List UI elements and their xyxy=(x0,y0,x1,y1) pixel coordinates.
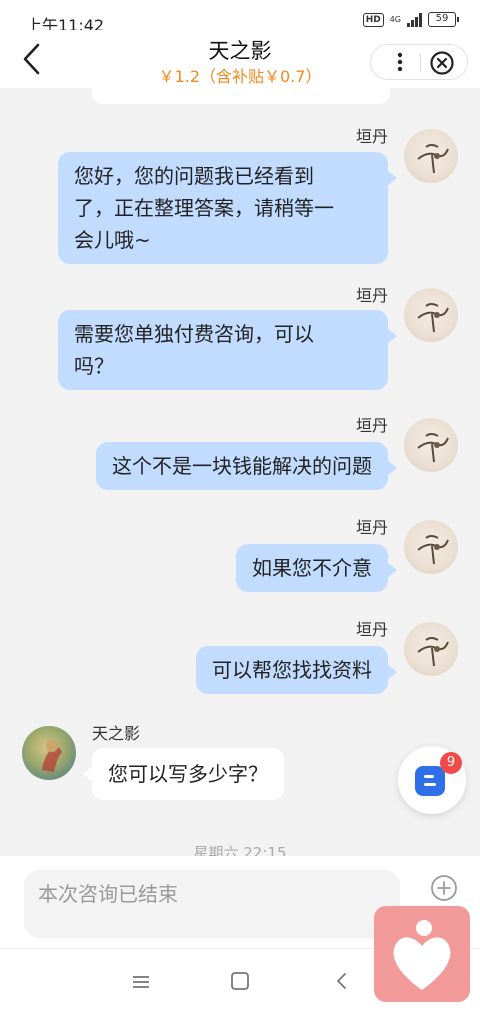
heart-app-icon[interactable] xyxy=(374,906,470,1002)
sender-name: 垣丹 xyxy=(355,416,388,435)
message-bubble[interactable]: 需要您单独付费咨询，可以 吗？ xyxy=(58,310,397,390)
avatar[interactable] xyxy=(404,520,458,574)
avatar[interactable] xyxy=(404,418,458,472)
status-icons: HD 4G 59 xyxy=(362,12,459,27)
sender-name: 垣丹 xyxy=(355,620,388,639)
message-line: 如果您不介意 xyxy=(252,556,372,580)
avatar[interactable] xyxy=(404,288,458,342)
message-line: 可以帮您找找资料 xyxy=(212,658,372,682)
battery-icon: 59 xyxy=(428,12,459,27)
avatar[interactable] xyxy=(404,622,458,676)
message-input[interactable]: 本次咨询已结束 xyxy=(24,870,400,938)
message-line: 您可以写多少字？ xyxy=(108,762,268,786)
back-triangle-icon[interactable] xyxy=(330,969,354,993)
avatar[interactable] xyxy=(22,726,76,780)
chat-header: 天之影 ￥1.2（含补贴￥0.7） xyxy=(0,30,480,88)
avatar[interactable] xyxy=(404,129,458,183)
message-bubble[interactable]: 可以帮您找找资料 xyxy=(196,646,397,694)
message-line: 了，正在整理答案，请稍等一 xyxy=(74,196,334,220)
hd-icon: HD xyxy=(362,12,384,27)
message-bubble[interactable]: 如果您不介意 xyxy=(236,544,397,592)
close-circle-icon[interactable] xyxy=(429,50,455,76)
plus-circle-icon[interactable] xyxy=(430,874,458,902)
sender-name: 垣丹 xyxy=(355,286,388,305)
time-separator: 星期六 22:15 xyxy=(193,844,287,856)
message-line: 会儿哦~ xyxy=(74,228,151,252)
home-square-icon[interactable] xyxy=(228,969,252,993)
mini-program-capsule xyxy=(370,44,468,80)
message-line: 您好，您的问题我已经看到 xyxy=(74,164,314,188)
capsule-divider xyxy=(420,54,421,72)
previous-message-bubble xyxy=(92,88,390,104)
message-bubble[interactable]: 您可以写多少字？ xyxy=(83,748,284,800)
signal-icon xyxy=(407,12,422,27)
message-line: 需要您单独付费咨询，可以 xyxy=(74,322,314,346)
menu-icon[interactable] xyxy=(128,971,154,993)
sender-name: 垣丹 xyxy=(355,127,388,146)
chat-message-list[interactable]: 垣丹 您好，您的问题我已经看到 了，正在整理答案，请稍等一 会儿哦~ 垣丹 需要… xyxy=(0,88,480,856)
message-line: 这个不是一块钱能解决的问题 xyxy=(112,454,372,478)
sender-name: 天之影 xyxy=(92,724,141,743)
message-bubble[interactable]: 您好，您的问题我已经看到 了，正在整理答案，请稍等一 会儿哦~ xyxy=(58,152,397,264)
assistant-float-button[interactable]: 9 xyxy=(398,746,466,814)
notification-badge: 9 xyxy=(440,752,462,774)
chat-assistant-icon xyxy=(415,766,445,796)
sender-name: 垣丹 xyxy=(355,518,388,537)
more-vertical-icon[interactable] xyxy=(385,47,415,77)
message-bubble[interactable]: 这个不是一块钱能解决的问题 xyxy=(96,442,397,490)
network-type: 4G xyxy=(389,14,401,24)
message-line: 吗？ xyxy=(74,354,114,378)
